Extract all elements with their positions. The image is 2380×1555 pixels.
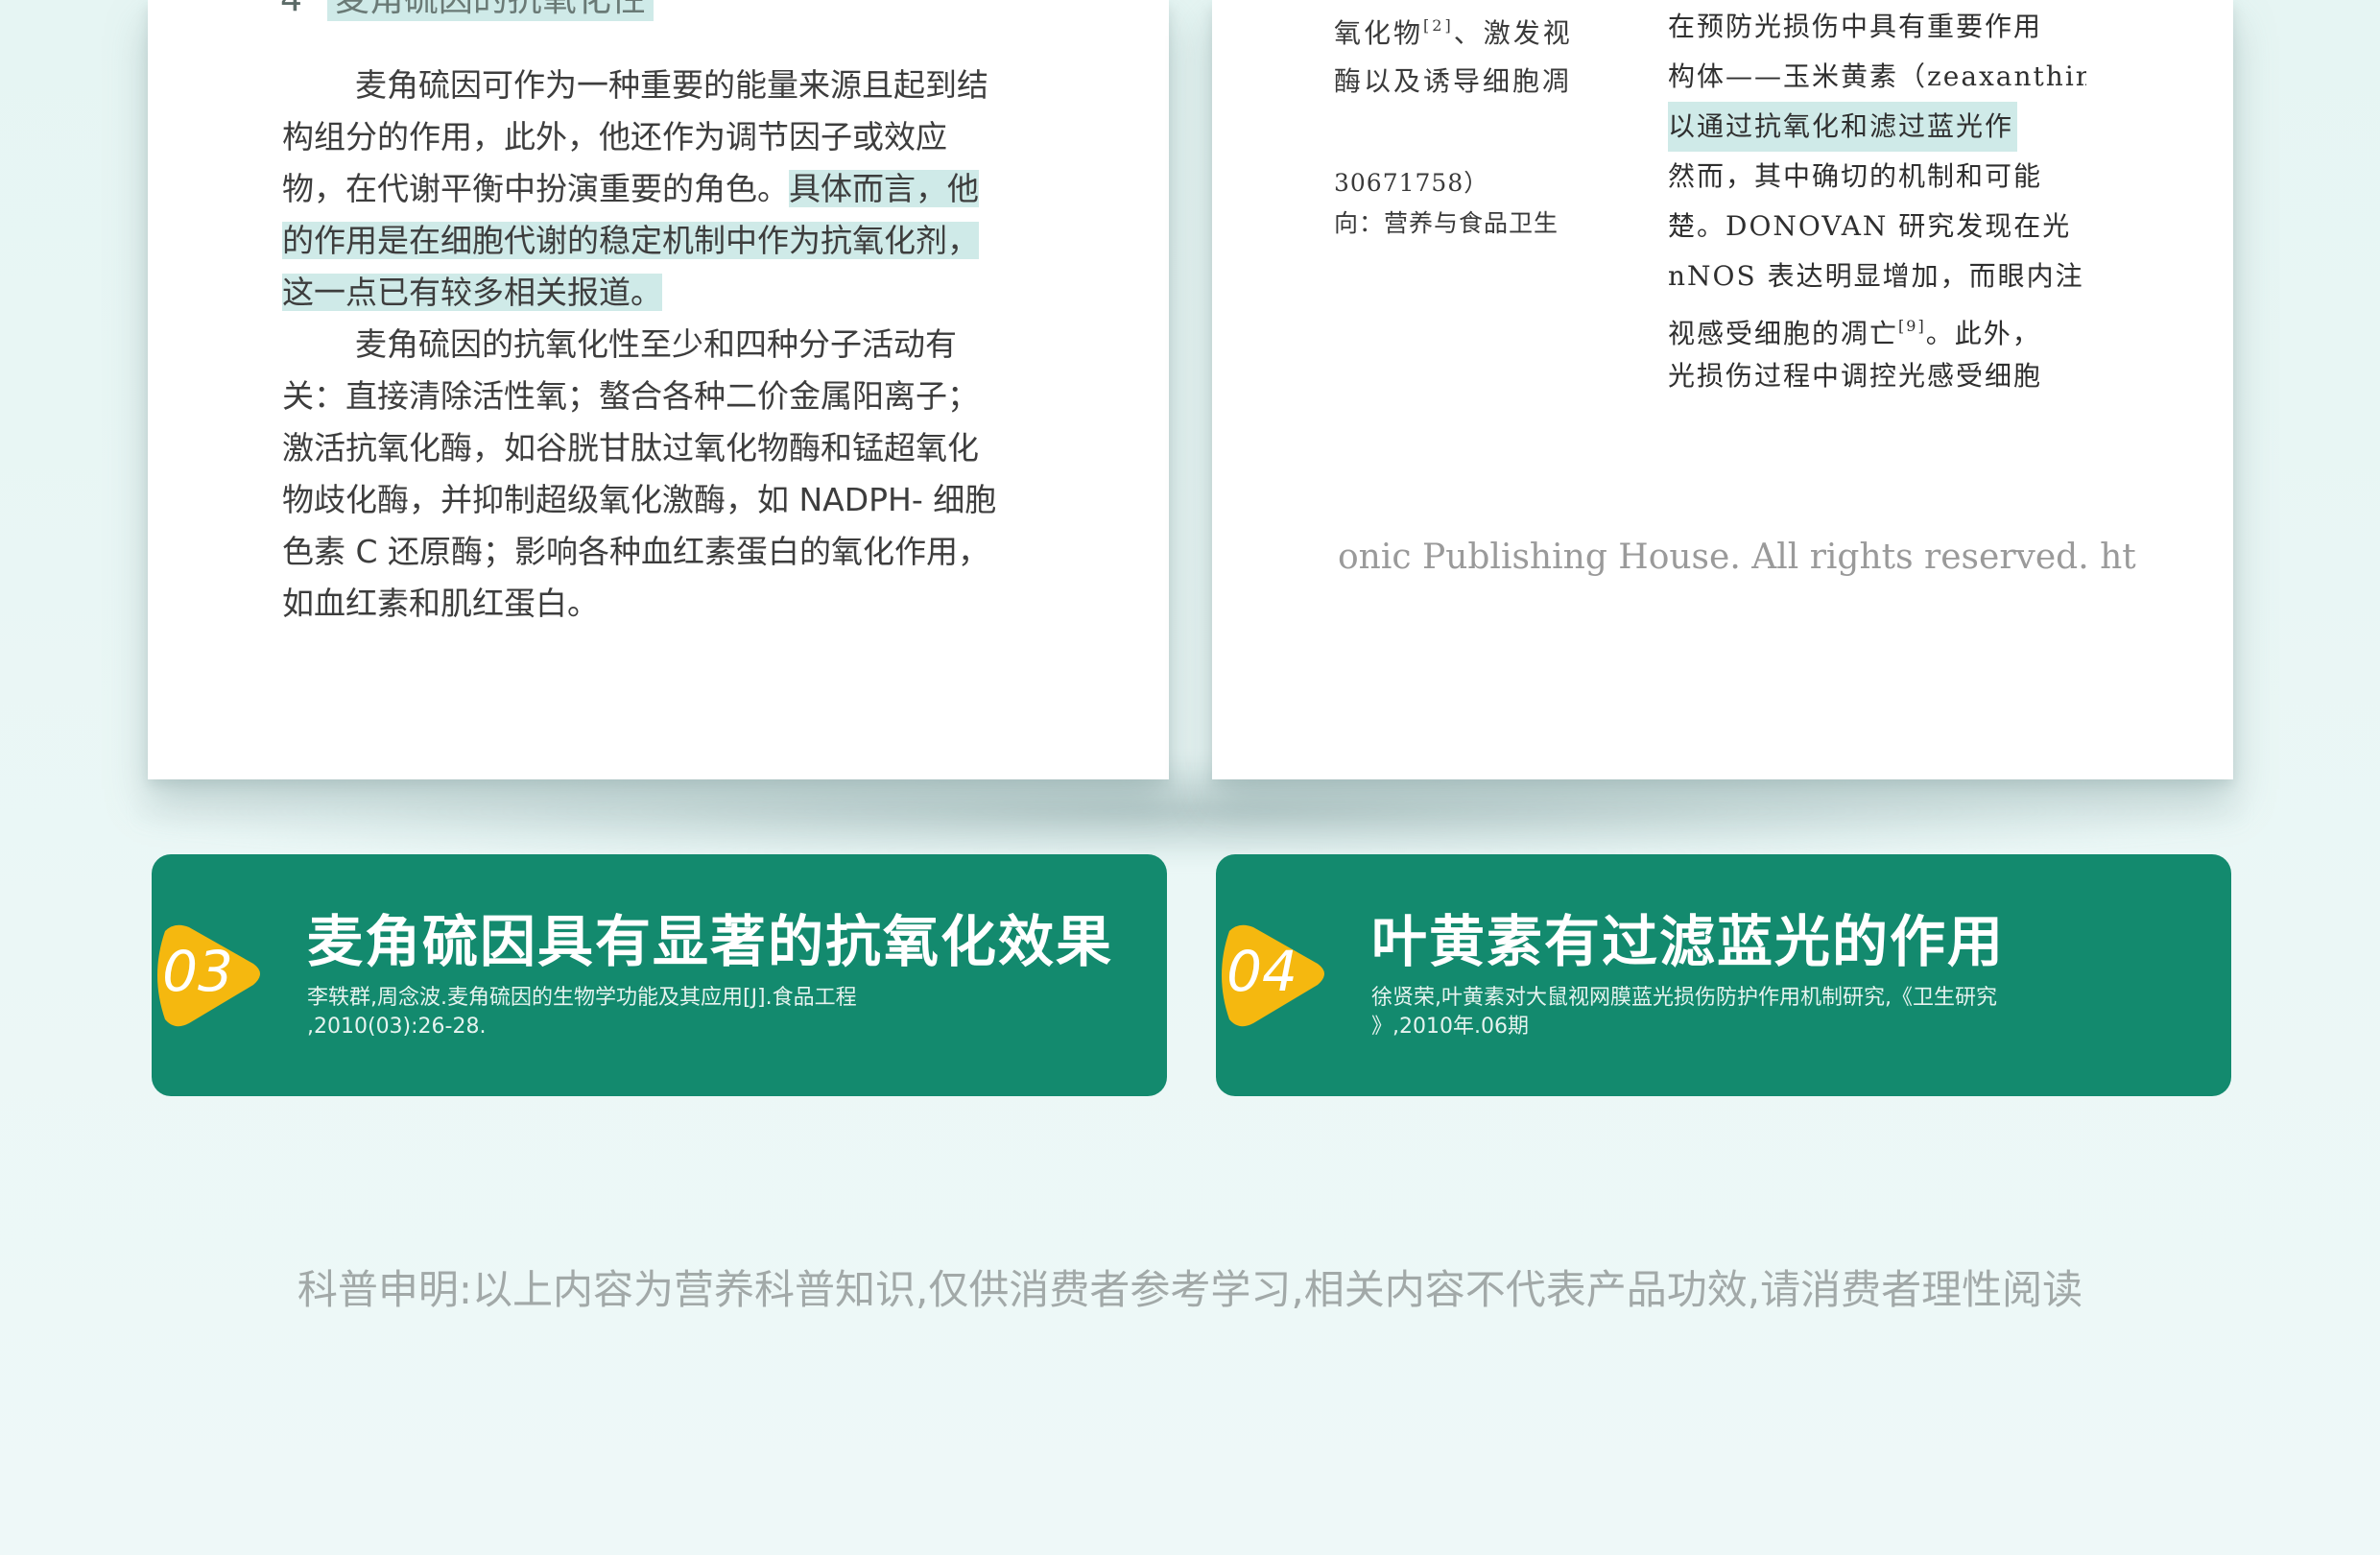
number-badge: 04 xyxy=(1216,914,1335,1039)
section-heading: 4 麦角硫因的抗氧化性 xyxy=(280,0,654,21)
text-segment: 。此外， xyxy=(1925,318,2041,349)
right-paper-column-2: 在预防光损伤中具有重要作用 构体——玉米黄素（zeaxanthin 以通过抗氧化… xyxy=(1668,2,2086,401)
text-line: 的作用是在细胞代谢的稳定机制中作为抗氧化剂， xyxy=(282,215,1050,267)
badge-shape-icon: 04 xyxy=(1222,924,1324,1027)
text-line: 如血红素和肌红蛋白。 xyxy=(282,585,599,622)
text-segment: 、激发视 xyxy=(1453,17,1573,49)
text-line: 构体——玉米黄素（zeaxanthin xyxy=(1668,60,2086,92)
text-line: 构组分的作用，此外，他还作为调节因子或效应 xyxy=(282,118,947,156)
badge-number: 03 xyxy=(162,939,233,1004)
badge-number: 04 xyxy=(1226,939,1297,1004)
text-line: 物，在代谢平衡中扮演重要的角色。具体而言，他 xyxy=(282,163,1050,215)
copyright-text: onic Publishing House. All rights reserv… xyxy=(1338,538,2136,577)
reference-line: ,2010(03):26-28. xyxy=(307,1015,487,1039)
text-line: 然而，其中确切的机制和可能 xyxy=(1668,160,2043,192)
left-paper-body: 麦角硫因可作为一种重要的能量来源且起到结 构组分的作用，此外，他还作为调节因子或… xyxy=(282,60,1050,630)
highlighted-text: 这一点已有较多相关报道。 xyxy=(282,274,662,311)
card-reference: 李轶群,周念波.麦角硫因的生物学功能及其应用[J].食品工程 ,2010(03)… xyxy=(307,984,1075,1041)
reference-line: 李轶群,周念波.麦角硫因的生物学功能及其应用[J].食品工程 xyxy=(307,986,857,1010)
number-badge: 03 xyxy=(152,914,271,1039)
highlighted-text: 具体而言，他 xyxy=(789,170,979,207)
text-line: 激活抗氧化酶，如谷胱甘肽过氧化物酶和锰超氧化 xyxy=(282,429,979,466)
text-line: nNOS 表达明显增加，而眼内注 xyxy=(1668,260,2084,292)
heading-text: 麦角硫因的抗氧化性 xyxy=(326,0,654,21)
reference-card-04: 04 叶黄素有过滤蓝光的作用 徐贤荣,叶黄素对大鼠视网膜蓝光损伤防护作用机制研究… xyxy=(1216,854,2231,1096)
text-line: 视感受细胞的凋亡[9]。此外， xyxy=(1668,301,2086,351)
text-line: 楚。DONOVAN 研究发现在光 xyxy=(1668,210,2072,242)
text-line: 在预防光损伤中具有重要作用 xyxy=(1668,11,2043,42)
text-line: 麦角硫因的抗氧化性至少和四种分子活动有 xyxy=(355,325,957,363)
highlighted-text: 以通过抗氧化和滤过蓝光作 xyxy=(1668,102,2018,152)
highlighted-text: 的作用是在细胞代谢的稳定机制中作为抗氧化剂， xyxy=(282,222,979,259)
card-title: 麦角硫因具有显著的抗氧化效果 xyxy=(307,909,1114,974)
text-line: 以通过抗氧化和滤过蓝光作 xyxy=(1668,102,2086,152)
text-line: 这一点已有较多相关报道。 xyxy=(282,267,1050,319)
disclaimer-text: 科普申明:以上内容为营养科普知识,仅供消费者参考学习,相关内容不代表产品功效,请… xyxy=(297,1266,2083,1313)
reference-line: 徐贤荣,叶黄素对大鼠视网膜蓝光损伤防护作用机制研究,《卫生研究 xyxy=(1371,986,1997,1010)
card-reference: 徐贤荣,叶黄素对大鼠视网膜蓝光损伤防护作用机制研究,《卫生研究 》,2010年.… xyxy=(1371,984,2139,1041)
reference-card-03: 03 麦角硫因具有显著的抗氧化效果 李轶群,周念波.麦角硫因的生物学功能及其应用… xyxy=(152,854,1167,1096)
citation-mark: [9] xyxy=(1898,317,1926,335)
citation-mark: [2] xyxy=(1423,16,1454,35)
card-title: 叶黄素有过滤蓝光的作用 xyxy=(1371,909,2006,974)
text-line: 麦角硫因可作为一种重要的能量来源且起到结 xyxy=(355,66,988,104)
text-line: 物歧化酶，并抑制超级氧化激酶，如 NADPH- 细胞 xyxy=(282,481,997,518)
text-line: 酶以及诱导细胞凋 xyxy=(1334,65,1573,97)
text-segment: 视感受细胞的凋亡 xyxy=(1668,318,1899,349)
text-segment: 氧化物 xyxy=(1334,17,1424,49)
text-line: 向：营养与食品卫生 xyxy=(1334,209,1559,237)
reference-line: 》,2010年.06期 xyxy=(1371,1015,1529,1039)
text-line: 光损伤过程中调控光感受细胞 xyxy=(1668,360,2043,392)
right-paper-column-1: 氧化物[2]、激发视 酶以及诱导细胞凋 30671758） 向：营养与食品卫生 xyxy=(1334,2,1622,248)
heading-number: 4 xyxy=(280,0,302,19)
text-line: 色素 C 还原酶；影响各种血红素蛋白的氧化作用， xyxy=(282,533,990,570)
text-line: 氧化物[2]、激发视 xyxy=(1334,2,1622,58)
badge-shape-icon: 03 xyxy=(157,924,260,1027)
text-segment: 物，在代谢平衡中扮演重要的角色。 xyxy=(282,170,789,207)
text-line: 关：直接清除活性氧；螯合各种二价金属阳离子； xyxy=(282,377,979,415)
